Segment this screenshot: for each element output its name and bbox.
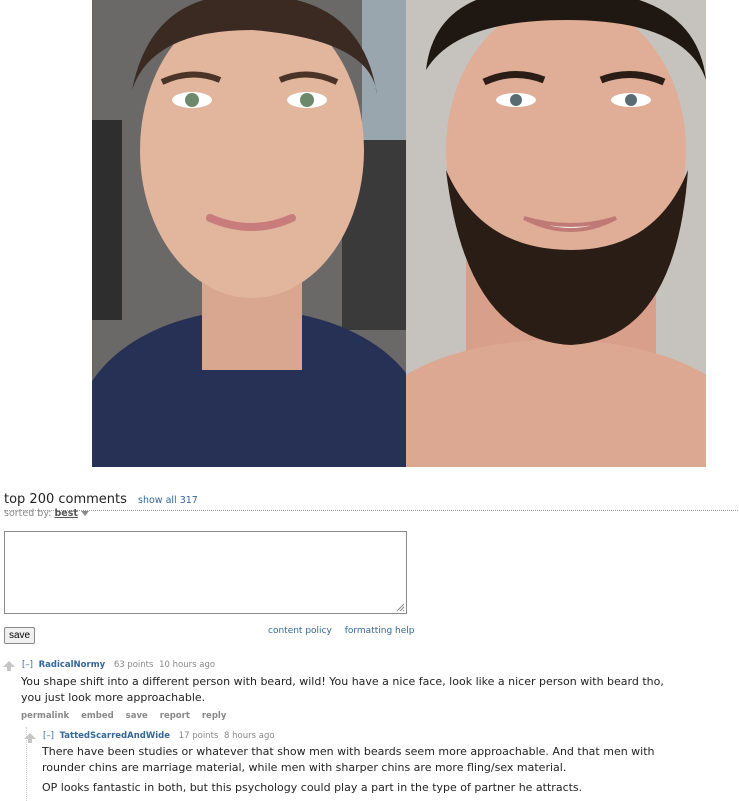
comment-buttons: permalink embed save report reply [21,711,235,721]
comment-score: 63 points [113,660,154,670]
photo-bearded [406,0,706,467]
show-all-link[interactable]: show all 317 [138,495,198,506]
comment-line: rounder chins are marriage material, whi… [42,761,567,774]
comments-header: top 200 comments show all 317 [4,488,738,511]
comment-line: There have been studies or whatever that… [42,745,655,758]
resize-grip-icon[interactable] [396,603,405,612]
permalink-link[interactable]: permalink [21,711,69,721]
comment-tagline: [–] RadicalNormy 63 points 10 hours ago [22,660,215,670]
embed-link[interactable]: embed [81,711,114,721]
sort-label: sorted by: [4,508,52,519]
comment-time: 8 hours ago [224,731,275,741]
sort-value[interactable]: best [54,508,77,519]
comments-title: top 200 comments [4,492,127,507]
save-button[interactable]: save [4,627,36,644]
sort-control[interactable]: sorted by: best [4,508,89,519]
post-image[interactable] [92,0,706,467]
upvote-arrow-icon[interactable] [3,661,15,671]
content-policy-link[interactable]: content policy [268,626,332,636]
comment-author[interactable]: TattedScarredAndWide [60,731,170,741]
comment-body: There have been studies or whatever that… [42,744,732,796]
comment-tagline: [–] TattedScarredAndWide 17 points 8 hou… [43,731,275,741]
chevron-down-icon[interactable] [80,511,89,516]
comment-time: 10 hours ago [159,660,216,670]
reply-link[interactable]: reply [202,711,227,721]
comment-line: You shape shift into a different person … [21,675,664,688]
report-link[interactable]: report [160,711,190,721]
collapse-toggle[interactable]: [–] [43,731,54,741]
comment-author[interactable]: RadicalNormy [39,660,106,670]
comment-textarea[interactable] [4,531,407,614]
photo-clean-shaven [92,0,406,467]
comment-line: you just look more approachable. [21,691,206,704]
upvote-arrow-icon[interactable] [24,733,36,743]
formatting-help-link[interactable]: formatting help [345,626,415,636]
comment-line: OP looks fantastic in both, but this psy… [42,781,583,794]
comment-score: 17 points [178,731,219,741]
collapse-toggle[interactable]: [–] [22,660,33,670]
editor-help-links: content policy formatting help [268,626,425,636]
comment-body: You shape shift into a different person … [21,674,711,706]
save-link[interactable]: save [126,711,148,721]
